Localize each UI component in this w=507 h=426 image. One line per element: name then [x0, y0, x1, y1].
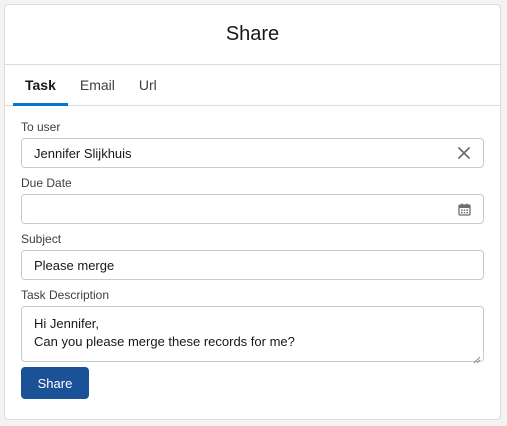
tab-email[interactable]: Email	[68, 65, 127, 105]
share-title: Share	[5, 5, 500, 65]
due-date-label: Due Date	[21, 176, 72, 190]
task-description-line: Hi Jennifer,	[34, 316, 100, 331]
close-icon[interactable]	[457, 146, 471, 160]
tab-task[interactable]: Task	[13, 65, 68, 106]
task-description-label: Task Description	[21, 288, 110, 302]
share-card: Share Task Email Url To user Jennifer Sl…	[4, 4, 501, 420]
task-description-textarea[interactable]: Hi Jennifer, Can you please merge these …	[21, 306, 484, 364]
subject-label: Subject	[21, 232, 62, 246]
tab-bar: Task Email Url	[5, 65, 500, 106]
share-button[interactable]: Share	[21, 367, 89, 399]
to-user-field[interactable]: Jennifer Slijkhuis	[21, 138, 484, 168]
resize-handle-icon[interactable]	[473, 351, 481, 364]
subject-field[interactable]: Please merge	[21, 250, 484, 280]
subject-value[interactable]: Please merge	[34, 258, 471, 273]
to-user-label: To user	[21, 120, 61, 134]
task-description-line: Can you please merge these records for m…	[34, 334, 295, 349]
due-date-field[interactable]	[21, 194, 484, 224]
tab-url[interactable]: Url	[127, 65, 169, 105]
to-user-value[interactable]: Jennifer Slijkhuis	[34, 146, 457, 161]
calendar-icon[interactable]	[458, 203, 471, 216]
task-form: To user Jennifer Slijkhuis Due Date Subj…	[5, 106, 500, 399]
